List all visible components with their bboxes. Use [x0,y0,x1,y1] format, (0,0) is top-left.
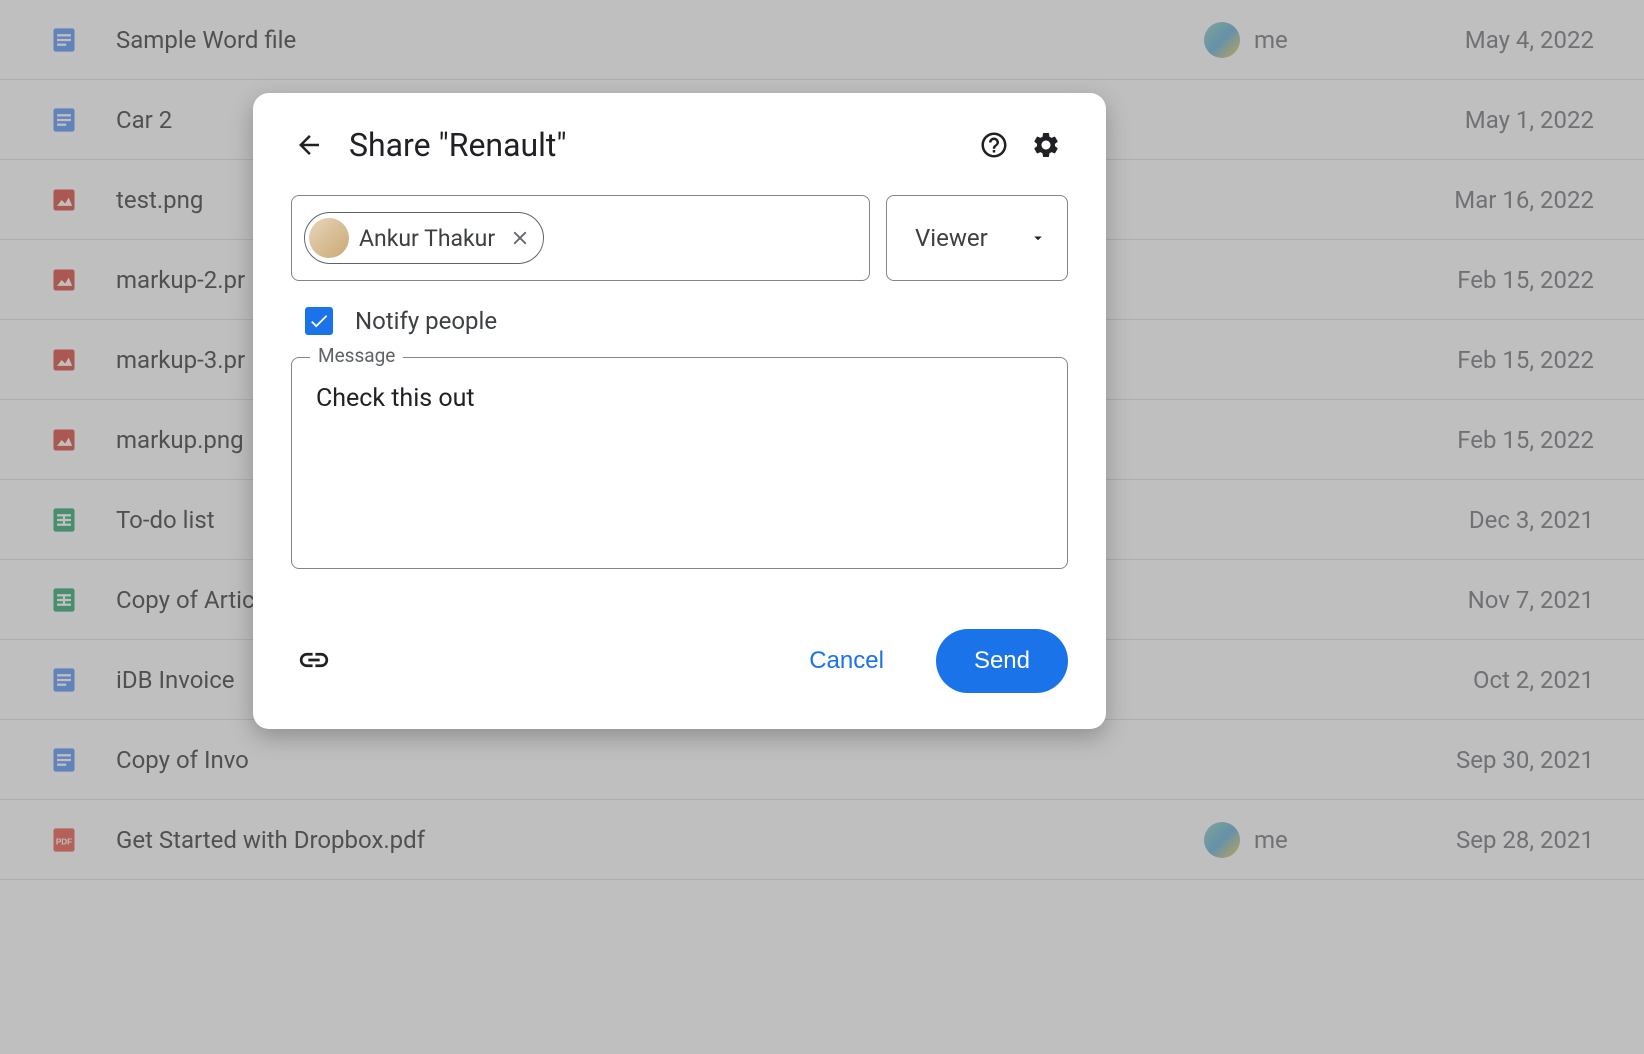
help-button[interactable] [972,123,1016,167]
share-dialog: Share "Renault" Ankur Thakur Viewer No [253,93,1106,729]
message-text[interactable]: Check this out [316,384,1043,413]
send-button[interactable]: Send [936,629,1068,693]
dropdown-icon [1029,229,1047,247]
check-icon [308,310,330,332]
back-button[interactable] [291,127,327,163]
chip-remove-button[interactable] [509,227,531,249]
help-icon [979,130,1009,160]
people-row: Ankur Thakur Viewer [291,195,1068,281]
notify-label: Notify people [355,307,497,335]
dialog-header: Share "Renault" [291,123,1068,167]
message-field[interactable]: Message Check this out [291,357,1068,569]
role-text: Viewer [915,224,988,252]
chip-name: Ankur Thakur [359,225,495,252]
close-icon [509,227,531,249]
people-input[interactable]: Ankur Thakur [291,195,870,281]
person-chip: Ankur Thakur [304,212,544,264]
arrow-left-icon [294,130,324,160]
cancel-button[interactable]: Cancel [785,635,908,687]
chip-avatar [309,218,349,258]
notify-row: Notify people [291,307,1068,335]
gear-icon [1031,130,1061,160]
role-select[interactable]: Viewer [886,195,1068,281]
message-legend: Message [310,344,403,367]
dialog-footer: Cancel Send [291,629,1068,693]
notify-checkbox[interactable] [305,307,333,335]
settings-button[interactable] [1024,123,1068,167]
copy-link-button[interactable] [291,637,337,686]
dialog-title: Share "Renault" [349,126,964,164]
link-icon [297,643,331,677]
